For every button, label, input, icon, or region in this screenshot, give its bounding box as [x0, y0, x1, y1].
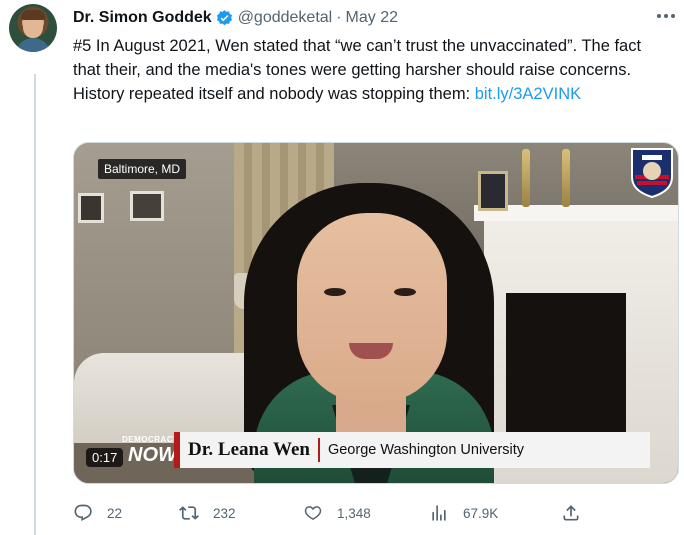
wall-frame [130, 191, 164, 221]
firebox [506, 293, 626, 433]
lower-third-divider [317, 438, 320, 462]
more-options-icon[interactable] [654, 6, 678, 26]
speaker-affiliation: George Washington University [327, 442, 525, 458]
video-timestamp: 0:17 [86, 448, 124, 467]
share-button[interactable] [561, 501, 581, 525]
tweet-link[interactable]: bit.ly/3A2VINK [475, 85, 581, 103]
candlestick [562, 149, 570, 207]
avatar-body [15, 38, 51, 52]
views-button[interactable]: 67.9K [429, 501, 498, 525]
reply-button[interactable]: 22 [73, 501, 122, 525]
verified-badge-icon [216, 9, 232, 25]
header-separator: · [336, 9, 342, 26]
video-player[interactable]: Baltimore, MD DEMOCRACY NOW! Dr. Leana W… [73, 142, 679, 484]
speaker-name: Dr. Leana Wen [188, 439, 310, 460]
avatar[interactable] [9, 4, 57, 52]
like-icon [304, 506, 322, 520]
show-logo: DEMOCRACY NOW! [118, 433, 184, 469]
author-handle[interactable]: @goddeketal [238, 9, 333, 27]
lower-third: Dr. Leana Wen George Washington Universi… [174, 432, 650, 468]
more-dot [671, 14, 675, 18]
location-label: Baltimore, MD [98, 159, 187, 179]
share-icon [563, 505, 579, 521]
tweet-date[interactable]: May 22 [346, 9, 398, 27]
like-button[interactable]: 1,348 [303, 501, 371, 525]
retweet-count: 232 [213, 505, 236, 521]
lower-third-accent [174, 432, 180, 468]
author-name[interactable]: Dr. Simon Goddek [73, 9, 212, 27]
more-dot [657, 14, 661, 18]
reply-count: 22 [107, 505, 123, 521]
broadcast-logo-icon [631, 148, 673, 199]
mantel-portrait [478, 171, 508, 211]
more-dot [664, 14, 668, 18]
candlestick [522, 149, 530, 207]
wall-frame [78, 193, 104, 223]
speaker-eye [324, 288, 346, 296]
speaker-face [297, 213, 447, 403]
tweet-actions: 22 232 1,348 67.9K [73, 501, 593, 525]
retweet-button[interactable]: 232 [179, 501, 236, 525]
view-count: 67.9K [463, 505, 499, 521]
speaker-eye [394, 288, 416, 296]
thread-line [34, 74, 36, 535]
like-count: 1,348 [337, 505, 371, 521]
views-icon [432, 505, 446, 521]
avatar-hair [21, 10, 45, 20]
show-logo-small: DEMOCRACY [122, 435, 179, 444]
retweet-icon [179, 506, 199, 520]
tweet-header: Dr. Simon Goddek @goddeketal · May 22 [73, 6, 398, 30]
reply-icon [74, 504, 92, 521]
tweet-text: #5 In August 2021, Wen stated that “we c… [73, 34, 673, 106]
